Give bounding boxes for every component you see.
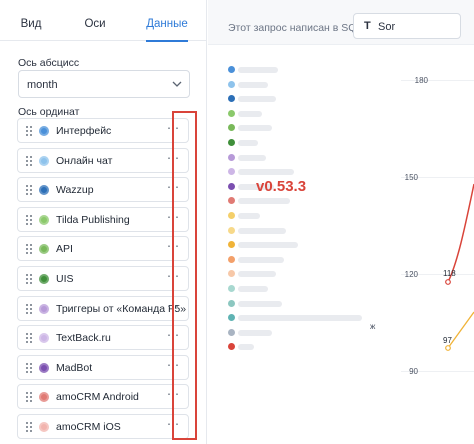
series-item[interactable]: Триггеры от «Команда F5» ⋯	[17, 295, 189, 321]
more-options-icon[interactable]: ⋯	[167, 180, 180, 194]
plot-area: 118 97	[443, 183, 474, 351]
more-options-icon[interactable]: ⋯	[167, 387, 180, 401]
chevron-down-icon	[172, 81, 182, 87]
tab-axes[interactable]: Оси	[66, 0, 124, 41]
drag-handle-icon[interactable]	[25, 391, 33, 403]
series-item[interactable]: MadBot ⋯	[17, 354, 189, 380]
series-item[interactable]: amoCRM Android ⋯	[17, 384, 189, 410]
more-options-icon[interactable]: ⋯	[167, 417, 180, 431]
series-item[interactable]: Tilda Publishing ⋯	[17, 206, 189, 232]
series-color-dot[interactable]	[39, 392, 49, 403]
chart-panel: Этот запрос написан в SQL. T Sor ж v0.53…	[208, 0, 474, 444]
tab-bar: Вид Оси Данные	[0, 0, 207, 42]
series-item[interactable]: Онлайн чат ⋯	[17, 147, 189, 173]
series-item[interactable]: TextBack.ru ⋯	[17, 325, 189, 351]
x-axis-select[interactable]: month	[18, 70, 190, 98]
more-options-icon[interactable]: ⋯	[167, 151, 180, 165]
data-point-red	[445, 279, 451, 285]
series-color-dot[interactable]	[39, 214, 49, 225]
series-item[interactable]: amoCRM iOS ⋯	[17, 413, 189, 439]
more-options-icon[interactable]: ⋯	[167, 269, 180, 283]
settings-panel: Вид Оси Данные Ось абсцисс month Ось орд…	[0, 0, 207, 444]
y-axis-series-list: Интерфейс ⋯ Онлайн чат ⋯ Wazzup ⋯ Tilda Publis…	[17, 118, 189, 444]
tab-view[interactable]: Вид	[8, 0, 54, 41]
series-item[interactable]: API ⋯	[17, 236, 189, 262]
drag-handle-icon[interactable]	[25, 273, 33, 285]
drag-handle-icon[interactable]	[25, 421, 33, 433]
y-axis-label: Ось ординат	[18, 106, 80, 118]
series-color-dot[interactable]	[39, 244, 49, 255]
drag-handle-icon[interactable]	[25, 303, 33, 315]
more-options-icon[interactable]: ⋯	[167, 239, 180, 253]
series-color-dot[interactable]	[39, 185, 49, 196]
more-options-icon[interactable]: ⋯	[167, 328, 180, 342]
series-color-dot[interactable]	[39, 273, 49, 284]
series-name: Tilda Publishing	[56, 213, 130, 226]
series-item[interactable]: UIS ⋯	[17, 265, 189, 291]
drag-handle-icon[interactable]	[25, 214, 33, 226]
series-color-dot[interactable]	[39, 362, 49, 373]
data-label-yellow: 97	[443, 336, 452, 345]
series-name: amoCRM Android	[56, 391, 139, 404]
series-name: API	[56, 243, 73, 256]
series-name: TextBack.ru	[56, 332, 111, 345]
drag-handle-icon[interactable]	[25, 184, 33, 196]
series-name: UIS	[56, 272, 74, 285]
data-point-yellow	[445, 345, 451, 351]
drag-handle-icon[interactable]	[25, 155, 33, 167]
drag-handle-icon[interactable]	[25, 332, 33, 344]
drag-handle-icon[interactable]	[25, 362, 33, 374]
series-item[interactable]: Wazzup ⋯	[17, 177, 189, 203]
drag-handle-icon[interactable]	[25, 243, 33, 255]
tab-data[interactable]: Данные	[138, 0, 196, 42]
more-options-icon[interactable]: ⋯	[167, 358, 180, 372]
series-name: Онлайн чат	[56, 154, 113, 167]
series-color-dot[interactable]	[39, 155, 49, 166]
series-name: amoCRM iOS	[56, 420, 121, 433]
more-options-icon[interactable]: ⋯	[167, 210, 180, 224]
series-color-dot[interactable]	[39, 126, 49, 136]
series-color-dot[interactable]	[39, 333, 49, 344]
x-axis-value: month	[27, 79, 58, 91]
more-options-icon[interactable]: ⋯	[167, 299, 180, 313]
x-axis-label: Ось абсцисс	[18, 57, 80, 69]
series-color-dot[interactable]	[39, 421, 49, 432]
series-line-red	[447, 183, 474, 283]
drag-handle-icon[interactable]	[25, 125, 33, 137]
series-name: MadBot	[56, 361, 93, 374]
series-name: Wazzup	[56, 184, 94, 197]
more-options-icon[interactable]: ⋯	[167, 121, 180, 135]
series-name: Интерфейс	[56, 125, 112, 137]
series-color-dot[interactable]	[39, 303, 49, 314]
series-item[interactable]: Интерфейс ⋯	[17, 118, 189, 143]
data-label-red: 118	[443, 269, 456, 278]
